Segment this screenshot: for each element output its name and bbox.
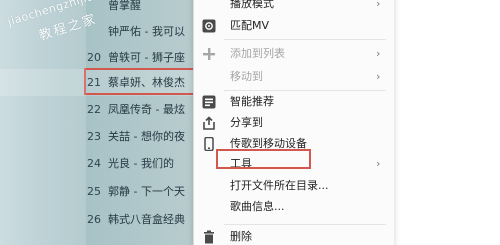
menu-item-delete[interactable]: 删除: [194, 227, 394, 245]
screenshot-stage: 曾掌醒 钟严佑 - 我可以 20 曾轶可 - 狮子座 21 蔡卓妍、林俊杰 22…: [0, 0, 500, 245]
track-number: 23: [87, 130, 101, 143]
share-icon: [202, 116, 216, 130]
track-number: 24: [87, 157, 101, 170]
track-number: 22: [87, 103, 101, 116]
context-menu: 播放模式 › 匹配MV 添加到列表 › 移动到 › 智能推荐 分享到 传歌到移动…: [193, 0, 394, 245]
menu-item-add-to-list[interactable]: 添加到列表 ›: [194, 44, 394, 64]
plus-icon: [202, 47, 216, 61]
phone-icon: [202, 136, 216, 152]
menu-item-share[interactable]: 分享到: [194, 113, 394, 133]
menu-item-move-to[interactable]: 移动到 ›: [194, 67, 394, 87]
menu-item-label: 播放模式: [230, 0, 274, 10]
chevron-right-icon: ›: [376, 0, 381, 10]
menu-separator: [224, 39, 386, 40]
selected-row-highlight: [84, 68, 198, 95]
menu-separator: [224, 90, 386, 91]
menu-item-open-folder[interactable]: 打开文件所在目录...: [194, 176, 394, 196]
menu-item-smart-recommend[interactable]: 智能推荐: [194, 92, 394, 112]
track-number: 20: [87, 51, 101, 64]
mv-icon: [202, 19, 216, 33]
recommend-icon: [202, 95, 216, 109]
menu-item-label: 添加到列表: [230, 47, 285, 60]
chevron-right-icon: ›: [376, 47, 381, 60]
track-number: 26: [87, 213, 101, 226]
trash-icon: [202, 230, 216, 244]
menu-item-label: 智能推荐: [230, 95, 274, 108]
track-title: 曾轶可 - 狮子座: [108, 51, 185, 64]
tools-item-highlight: [216, 149, 311, 169]
menu-item-label: 打开文件所在目录...: [230, 179, 329, 192]
track-number: 25: [87, 185, 101, 198]
track-title: 曾掌醒: [108, 0, 141, 12]
menu-item-label: 分享到: [230, 116, 263, 129]
menu-item-play-mode[interactable]: 播放模式 ›: [194, 0, 394, 14]
menu-item-label: 歌曲信息...: [230, 200, 285, 213]
track-title: 凤凰传奇 - 最炫: [108, 103, 185, 116]
menu-separator: [224, 224, 386, 225]
track-title: 光良 - 我们的: [108, 157, 174, 170]
menu-item-song-info[interactable]: 歌曲信息...: [194, 197, 394, 217]
track-title: 钟严佑 - 我可以: [108, 25, 185, 38]
menu-item-label: 匹配MV: [230, 19, 270, 32]
track-title: 郭静 - 下一个天: [108, 185, 185, 198]
menu-item-label: 移动到: [230, 70, 263, 83]
menu-item-match-mv[interactable]: 匹配MV: [194, 16, 394, 36]
chevron-right-icon: ›: [376, 70, 381, 83]
chevron-right-icon: ›: [376, 157, 381, 170]
track-title: 韩式八音盒经典: [108, 213, 185, 226]
track-title: 关喆 - 想你的夜: [108, 130, 185, 143]
menu-item-label: 删除: [230, 230, 252, 243]
